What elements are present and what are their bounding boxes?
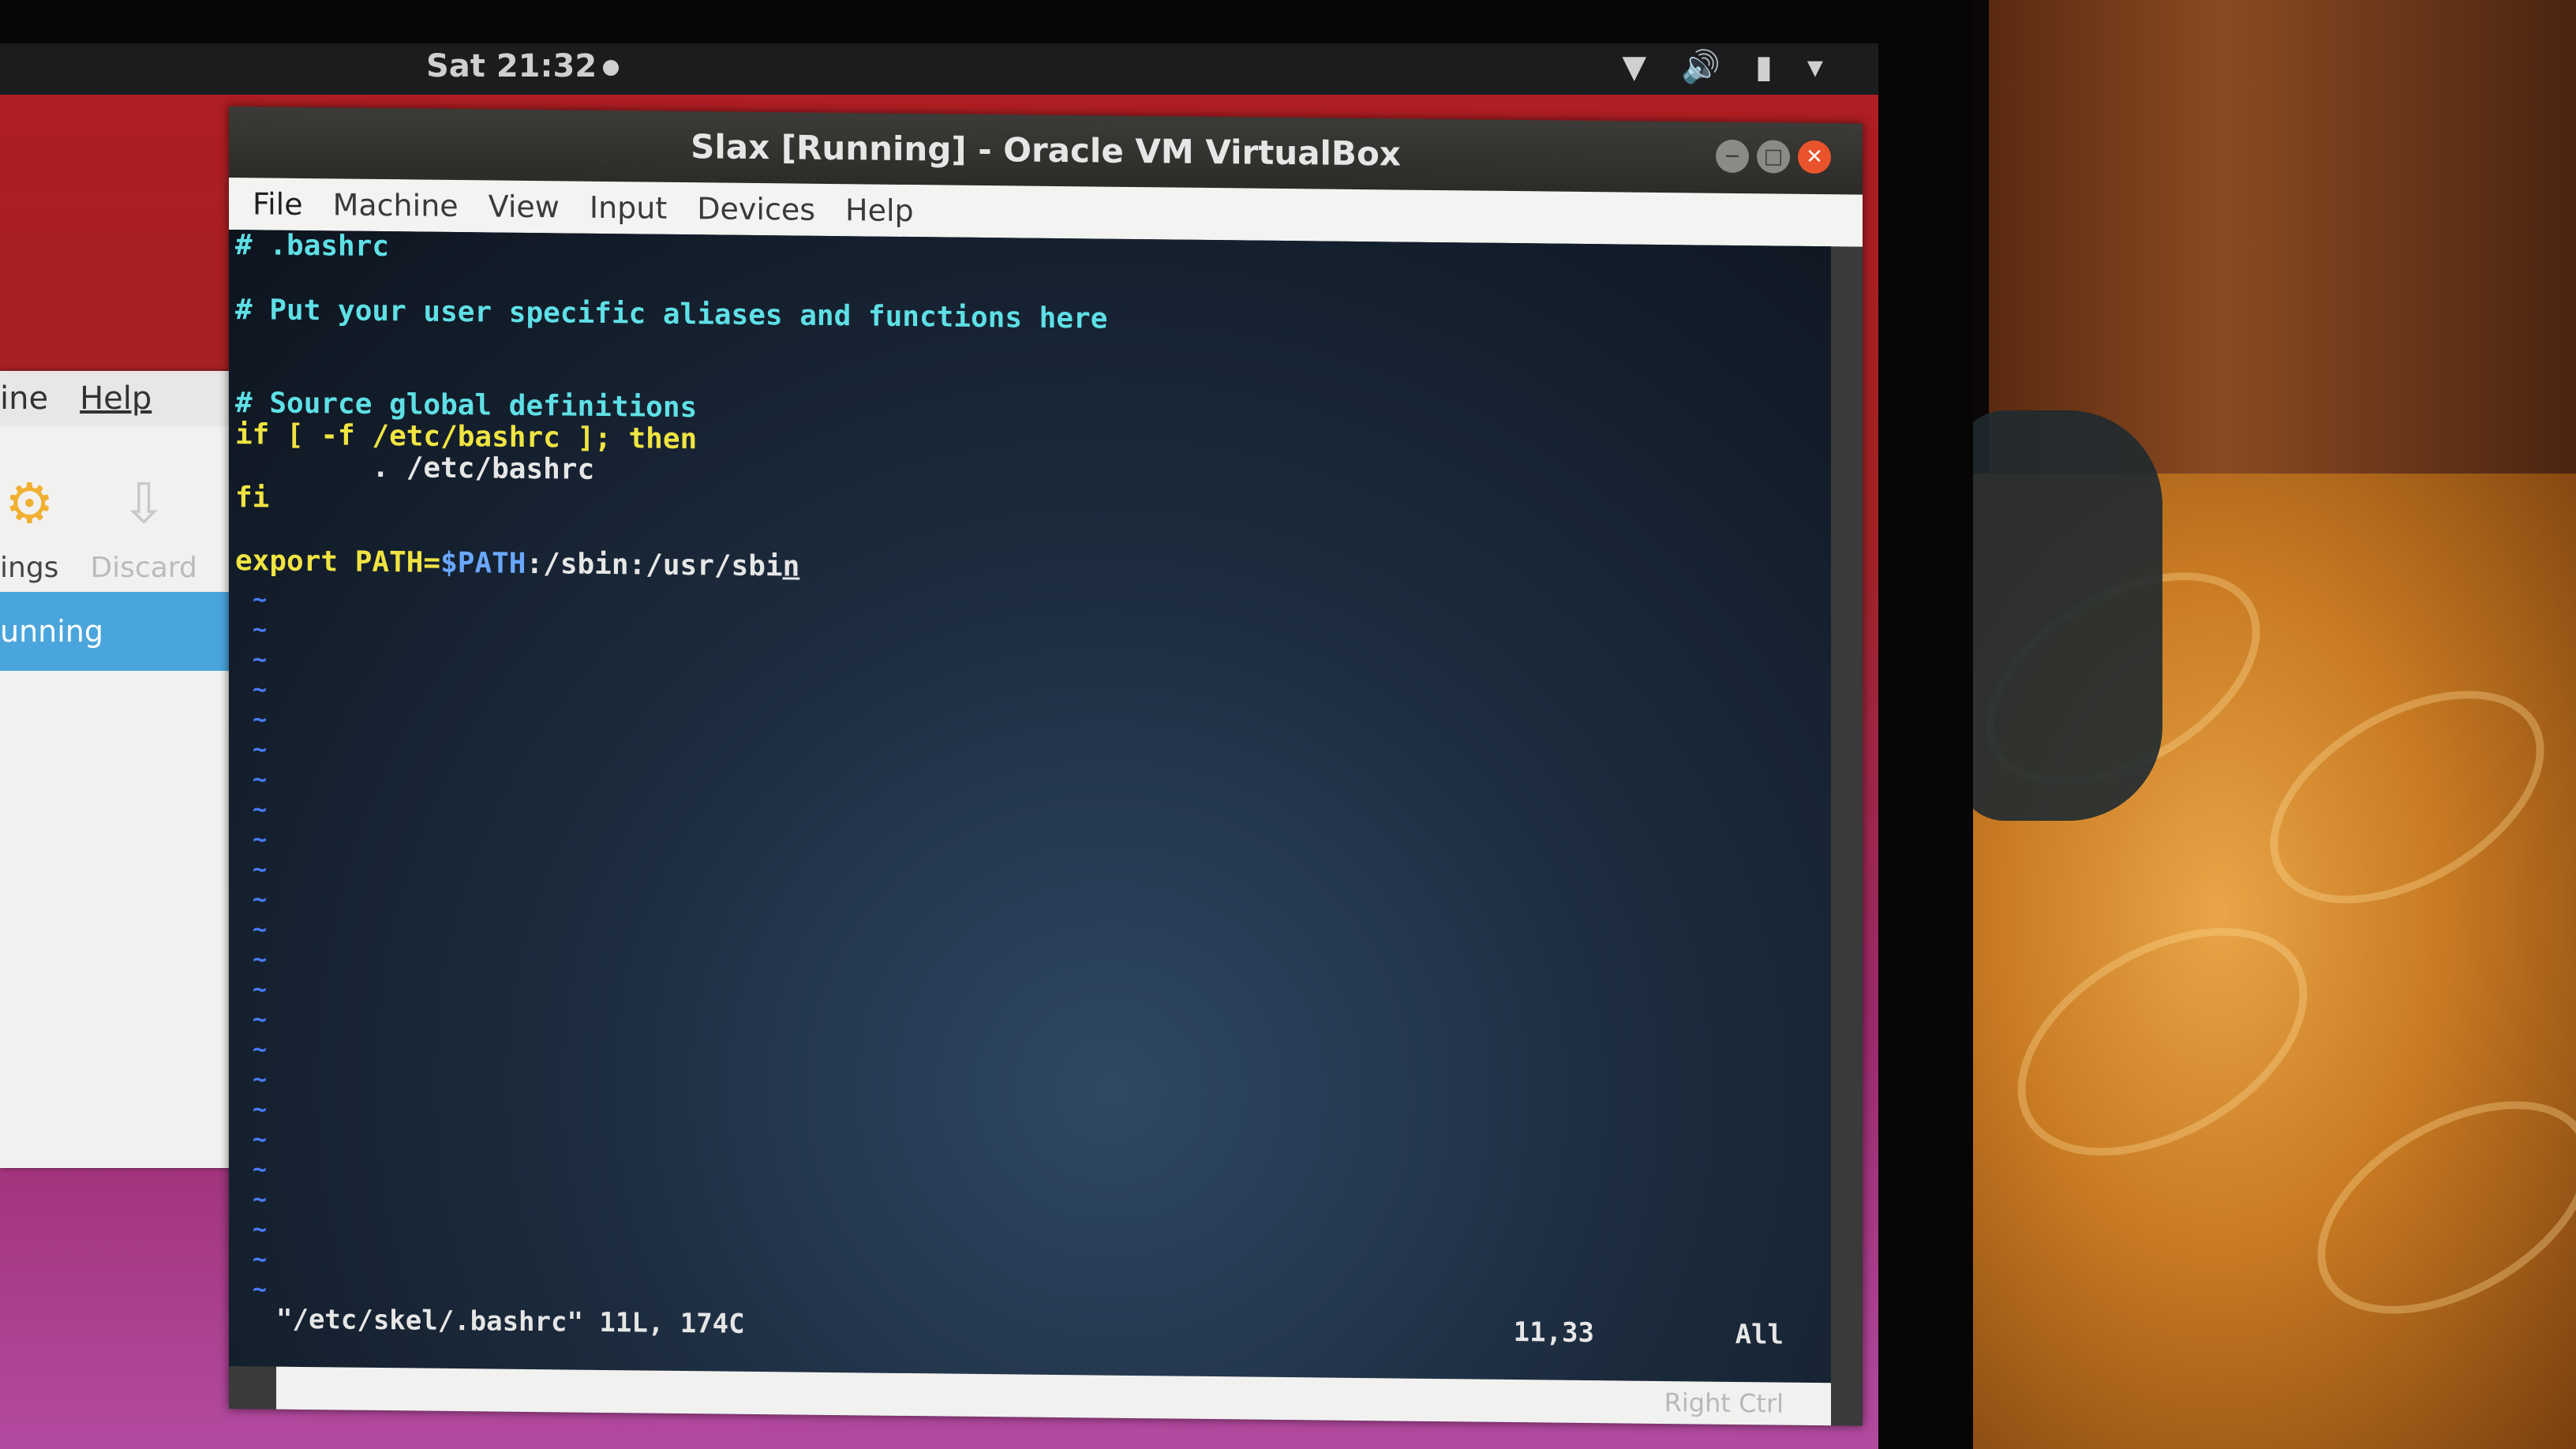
vm-state-label: unning [0,614,104,649]
volume-icon[interactable]: 🔊 [1681,48,1720,85]
menu-file[interactable]: File [253,186,303,222]
menu-view[interactable]: View [489,189,560,224]
notification-dot [603,60,620,76]
menu-machine[interactable]: Machine [333,187,459,223]
menu-input[interactable]: Input [590,190,667,226]
system-tray: ▼ 🔊 ▮ ▾ [1622,48,1823,86]
arrow-down-icon: ⇩ [120,471,167,536]
guest-console[interactable]: # .bashrc # Put your user specific alias… [229,229,1831,1383]
editor-line-1: # .bashrc [235,229,390,264]
wifi-icon[interactable]: ▼ [1622,49,1646,85]
window-controls: − □ ✕ [1716,139,1831,174]
discard-button[interactable]: ⇩ Discard [90,471,197,584]
settings-button[interactable]: ⚙ ings [0,471,58,584]
export-keyword: export PATH= [235,545,441,579]
chevron-down-icon[interactable]: ▾ [1807,49,1823,85]
maximize-button[interactable]: □ [1757,140,1790,174]
vm-window: Slax [Running] - Oracle VM VirtualBox − … [229,107,1863,1426]
battery-icon[interactable]: ▮ [1755,49,1773,85]
menu-help[interactable]: Help [845,193,914,228]
background-bag [1957,410,2162,821]
settings-label: ings [0,552,59,584]
path-variable: $PATH [440,546,526,580]
editor-line-11: export PATH=$PATH:/sbin:/usr/sbin [235,545,799,582]
cursor-position: 11,33 [1513,1316,1594,1350]
clock-text: Sat 21:32 [426,48,597,84]
editor-line-3: # Put your user specific aliases and fun… [235,294,1108,335]
menu-machine-partial[interactable]: ine [0,380,48,417]
editor-line-8: . /etc/bashrc [235,450,595,486]
menu-devices[interactable]: Devices [697,191,815,227]
discard-label: Discard [90,552,197,584]
gear-icon: ⚙ [4,471,54,536]
host-clock[interactable]: Sat 21:32 [426,48,620,84]
editor-status-file: "/etc/skel/.bashrc" 11L, 174C [276,1303,745,1340]
window-title: Slax [Running] - Oracle VM VirtualBox [691,127,1401,174]
minimize-button[interactable]: − [1716,139,1749,174]
scroll-indicator: All [1735,1318,1784,1351]
host-key-label: Right Ctrl [1664,1387,1784,1419]
text-cursor: n [782,550,800,583]
path-value: :/sbin:/usr/sbi [526,547,783,583]
host-top-bar: Sat 21:32 ▼ 🔊 ▮ ▾ [0,43,1878,95]
menu-help[interactable]: Help [80,380,152,417]
close-button[interactable]: ✕ [1798,140,1831,174]
empty-line-markers: ~ ~ ~ ~ ~ ~ ~ ~ ~ ~ ~ ~ ~ ~ ~ ~ ~ ~ ~ ~ … [253,586,268,1304]
editor-line-9: fi [235,481,270,515]
